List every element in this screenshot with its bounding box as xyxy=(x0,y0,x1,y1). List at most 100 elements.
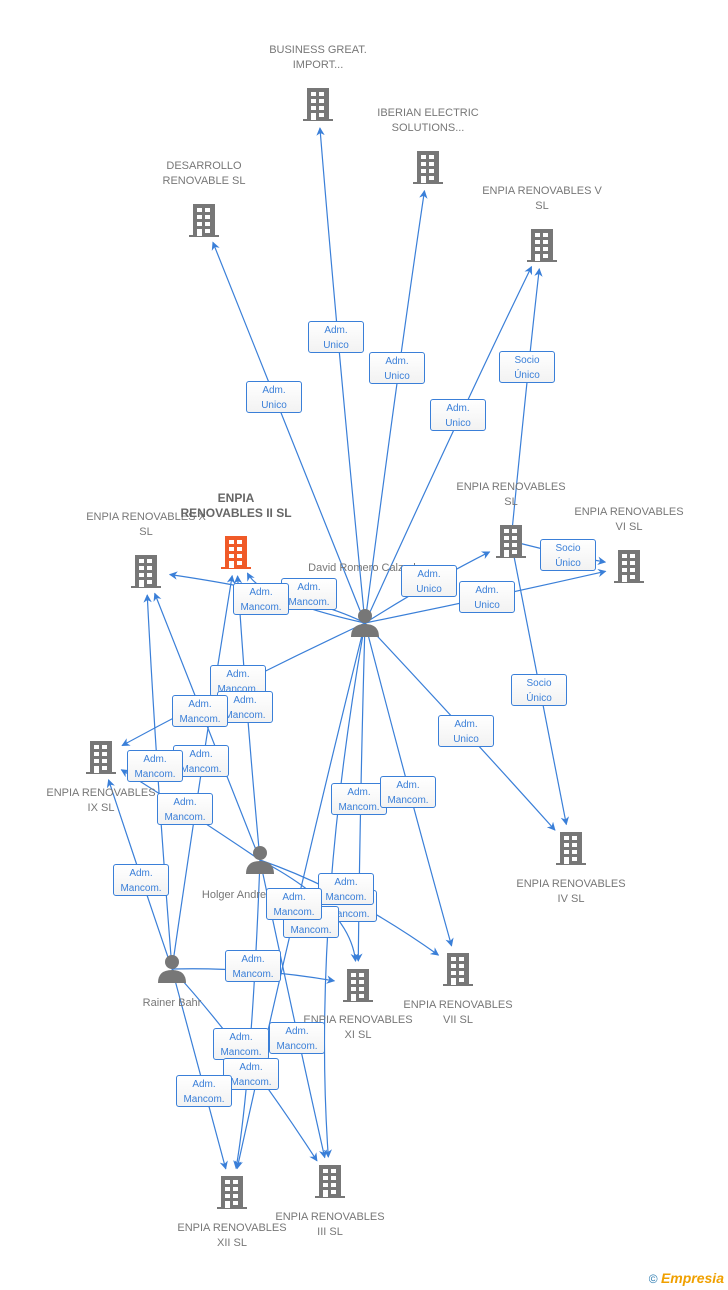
relation-role: Adm. xyxy=(297,582,321,593)
relation-role: Adm. xyxy=(347,787,371,798)
relation-type: Unico xyxy=(416,584,442,595)
relation-type: Mancom. xyxy=(232,969,274,980)
building-icon[interactable] xyxy=(527,229,557,262)
relation-type: Mancom. xyxy=(276,1041,318,1052)
node-label-rainer[interactable]: Rainer Bahr xyxy=(112,996,232,1011)
building-icon[interactable] xyxy=(614,550,644,583)
relation-role: Adm. xyxy=(446,403,470,414)
relation-label[interactable]: Adm.Mancom. xyxy=(213,1028,269,1060)
relation-label[interactable]: Adm. Unico xyxy=(401,565,457,597)
relation-label[interactable]: Adm. Mancom. xyxy=(225,950,281,982)
edge-david-business xyxy=(316,127,366,624)
relation-role: Adm. xyxy=(334,877,358,888)
relation-label[interactable]: Adm. Unico xyxy=(246,381,302,413)
relation-role: Socio xyxy=(555,543,581,554)
relation-type: Único xyxy=(555,558,581,569)
relation-role: Adm. xyxy=(229,1032,253,1043)
relation-type: Mancom. xyxy=(183,1094,225,1105)
relation-label[interactable]: Adm.Mancom. xyxy=(269,1022,325,1054)
relation-type: Único xyxy=(526,693,552,704)
relation-label[interactable]: Adm. Mancom. xyxy=(127,750,183,782)
relation-label[interactable]: Adm. Unico xyxy=(430,399,486,431)
relation-label[interactable]: Adm. Mancom. xyxy=(380,776,436,808)
relation-type: Mancom. xyxy=(230,1077,272,1088)
relation-type: Mancom. xyxy=(288,597,330,608)
relation-label[interactable]: Adm. Mancom. xyxy=(233,583,289,615)
relation-type: Unico xyxy=(453,734,479,745)
relation-role: Adm. xyxy=(396,780,420,791)
relation-label[interactable]: Socio Único xyxy=(511,674,567,706)
building-icon[interactable] xyxy=(221,536,251,569)
node-label-sl[interactable]: ENPIA RENOVABLES SL xyxy=(451,480,571,510)
building-icon[interactable] xyxy=(131,555,161,588)
building-icon[interactable] xyxy=(556,832,586,865)
edge-layer xyxy=(86,88,644,1209)
node-label-v[interactable]: ENPIA RENOVABLES V SL xyxy=(482,184,602,214)
relation-label[interactable]: Socio Único xyxy=(499,351,555,383)
node-label-vii[interactable]: ENPIA RENOVABLES VII SL xyxy=(398,998,518,1028)
building-icon[interactable] xyxy=(303,88,333,121)
relation-label[interactable]: Adm. Unico xyxy=(369,352,425,384)
brand-name: Empresia xyxy=(660,1270,724,1286)
relation-role: Adm. xyxy=(188,699,212,710)
relation-type: Mancom. xyxy=(134,769,176,780)
node-label-vi[interactable]: ENPIA RENOVABLES VI SL xyxy=(569,505,689,535)
relation-role: Adm. xyxy=(282,892,306,903)
building-icon[interactable] xyxy=(189,204,219,237)
copyright-icon: © xyxy=(648,1272,658,1286)
relation-role: Adm. xyxy=(143,754,167,765)
node-label-ii[interactable]: ENPIA RENOVABLES II SL xyxy=(176,491,296,521)
relation-type: Único xyxy=(514,370,540,381)
relation-label[interactable]: Adm. Mancom. xyxy=(172,695,228,727)
building-icon[interactable] xyxy=(315,1165,345,1198)
node-label-business[interactable]: BUSINESS GREAT. IMPORT... xyxy=(258,43,378,73)
relation-label[interactable]: Adm. Unico xyxy=(438,715,494,747)
relation-label[interactable]: Adm. Mancom. xyxy=(266,888,322,920)
relation-role: Adm. xyxy=(324,325,348,336)
relation-type: Mancom. xyxy=(273,907,315,918)
relation-label[interactable]: Adm. Mancom. xyxy=(318,873,374,905)
relation-label[interactable]: Socio Único xyxy=(540,539,596,571)
relation-role: Adm. xyxy=(454,719,478,730)
person-icon[interactable] xyxy=(246,846,274,874)
relation-label[interactable]: Adm.Mancom. xyxy=(176,1075,232,1107)
relation-type: Unico xyxy=(261,400,287,411)
relation-role: Adm. xyxy=(417,569,441,580)
relation-role: Socio xyxy=(514,355,540,366)
node-label-iii[interactable]: ENPIA RENOVABLES III SL xyxy=(270,1210,390,1240)
relation-type: Mancom. xyxy=(387,795,429,806)
building-icon[interactable] xyxy=(86,741,116,774)
relation-role: Adm. xyxy=(475,585,499,596)
relation-role: Adm. xyxy=(385,356,409,367)
building-icon[interactable] xyxy=(343,969,373,1002)
relation-type: Mancom. xyxy=(179,714,221,725)
relation-role: Adm. xyxy=(226,669,250,680)
relation-label[interactable]: Adm. Mancom. xyxy=(281,578,337,610)
building-icon[interactable] xyxy=(217,1176,247,1209)
relation-type: Mancom. xyxy=(240,602,282,613)
relation-label[interactable]: Adm.Mancom. xyxy=(331,783,387,815)
relation-type: Unico xyxy=(323,340,349,351)
relation-type: Mancom. xyxy=(325,892,367,903)
empresia-logo[interactable]: © Empresia xyxy=(649,1270,724,1286)
relation-type: Unico xyxy=(445,418,471,429)
relation-type: Unico xyxy=(384,371,410,382)
relation-role: Adm. xyxy=(173,797,197,808)
person-icon[interactable] xyxy=(351,609,379,637)
relation-role: Adm. xyxy=(249,587,273,598)
building-icon[interactable] xyxy=(413,151,443,184)
building-icon[interactable] xyxy=(496,525,526,558)
relation-label[interactable]: Adm. Unico xyxy=(459,581,515,613)
relation-type: Unico xyxy=(474,600,500,611)
relation-label[interactable]: Adm. Unico xyxy=(308,321,364,353)
node-label-desarrollo[interactable]: DESARROLLO RENOVABLE SL xyxy=(144,159,264,189)
relation-role: Socio xyxy=(526,678,552,689)
node-label-iberian[interactable]: IBERIAN ELECTRIC SOLUTIONS... xyxy=(368,106,488,136)
building-icon[interactable] xyxy=(443,953,473,986)
node-label-iv[interactable]: ENPIA RENOVABLES IV SL xyxy=(511,877,631,907)
relation-role: Adm. xyxy=(241,954,265,965)
relation-label[interactable]: Adm.Mancom. xyxy=(157,793,213,825)
relation-type: Mancom. xyxy=(290,925,332,936)
relation-label[interactable]: Adm.Mancom. xyxy=(113,864,169,896)
node-label-ix[interactable]: ENPIA RENOVABLES IX SL xyxy=(41,786,161,816)
